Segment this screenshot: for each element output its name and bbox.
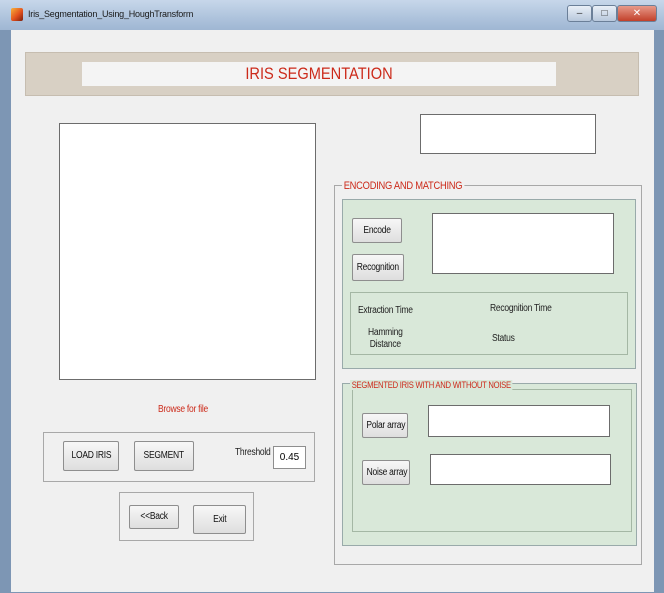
minimize-button[interactable]: – — [567, 5, 592, 22]
matlab-app-icon — [11, 8, 23, 21]
segment-button-label: SEGMENT — [143, 450, 185, 461]
recognition-button[interactable]: Recognition — [352, 254, 404, 281]
polar-array-button-label: Polar array — [366, 420, 406, 431]
noise-array-button[interactable]: Noise array — [362, 460, 410, 485]
back-button[interactable]: <<Back — [129, 505, 179, 529]
load-iris-button-label: LOAD IRIS — [71, 450, 111, 461]
load-iris-button[interactable]: LOAD IRIS — [63, 441, 119, 471]
encode-button[interactable]: Encode — [352, 218, 402, 243]
extraction-time-label: Extraction Time — [358, 305, 413, 316]
encode-button-label: Encode — [363, 225, 391, 236]
page-title: IRIS SEGMENTATION — [245, 64, 393, 83]
segmented-iris-title: SEGMENTED IRIS WITH AND WITHOUT NOISE — [350, 380, 513, 390]
result-display-box — [420, 114, 596, 154]
exit-button[interactable]: Exit — [193, 505, 246, 534]
polar-array-button[interactable]: Polar array — [362, 413, 408, 438]
maximize-button[interactable]: □ — [592, 5, 617, 22]
status-label: Status — [492, 333, 515, 344]
browse-for-file-label: Browse for file — [158, 404, 209, 415]
recognition-button-label: Recognition — [356, 262, 400, 273]
exit-button-label: Exit — [212, 514, 227, 525]
polar-array-output — [428, 405, 610, 437]
recognition-time-label: Recognition Time — [490, 303, 552, 314]
segment-button[interactable]: SEGMENT — [134, 441, 194, 471]
window-title: Iris_Segmentation_Using_HoughTransform — [28, 9, 194, 19]
noise-array-output — [430, 454, 611, 485]
hamming-distance-label: Hamming Distance — [368, 327, 409, 351]
encoding-matching-title: ENCODING AND MATCHING — [342, 180, 465, 192]
close-button[interactable]: ✕ — [617, 5, 657, 22]
threshold-label: Threshold — [235, 447, 271, 458]
hamming-label-line2: Distance — [369, 339, 401, 350]
back-button-label: <<Back — [140, 511, 168, 522]
noise-array-button-label: Noise array — [366, 467, 408, 478]
hamming-label-line1: Hamming — [368, 327, 403, 338]
iris-image-display — [59, 123, 316, 380]
encode-output-box — [432, 213, 614, 274]
threshold-input[interactable]: 0.45 — [273, 446, 306, 469]
